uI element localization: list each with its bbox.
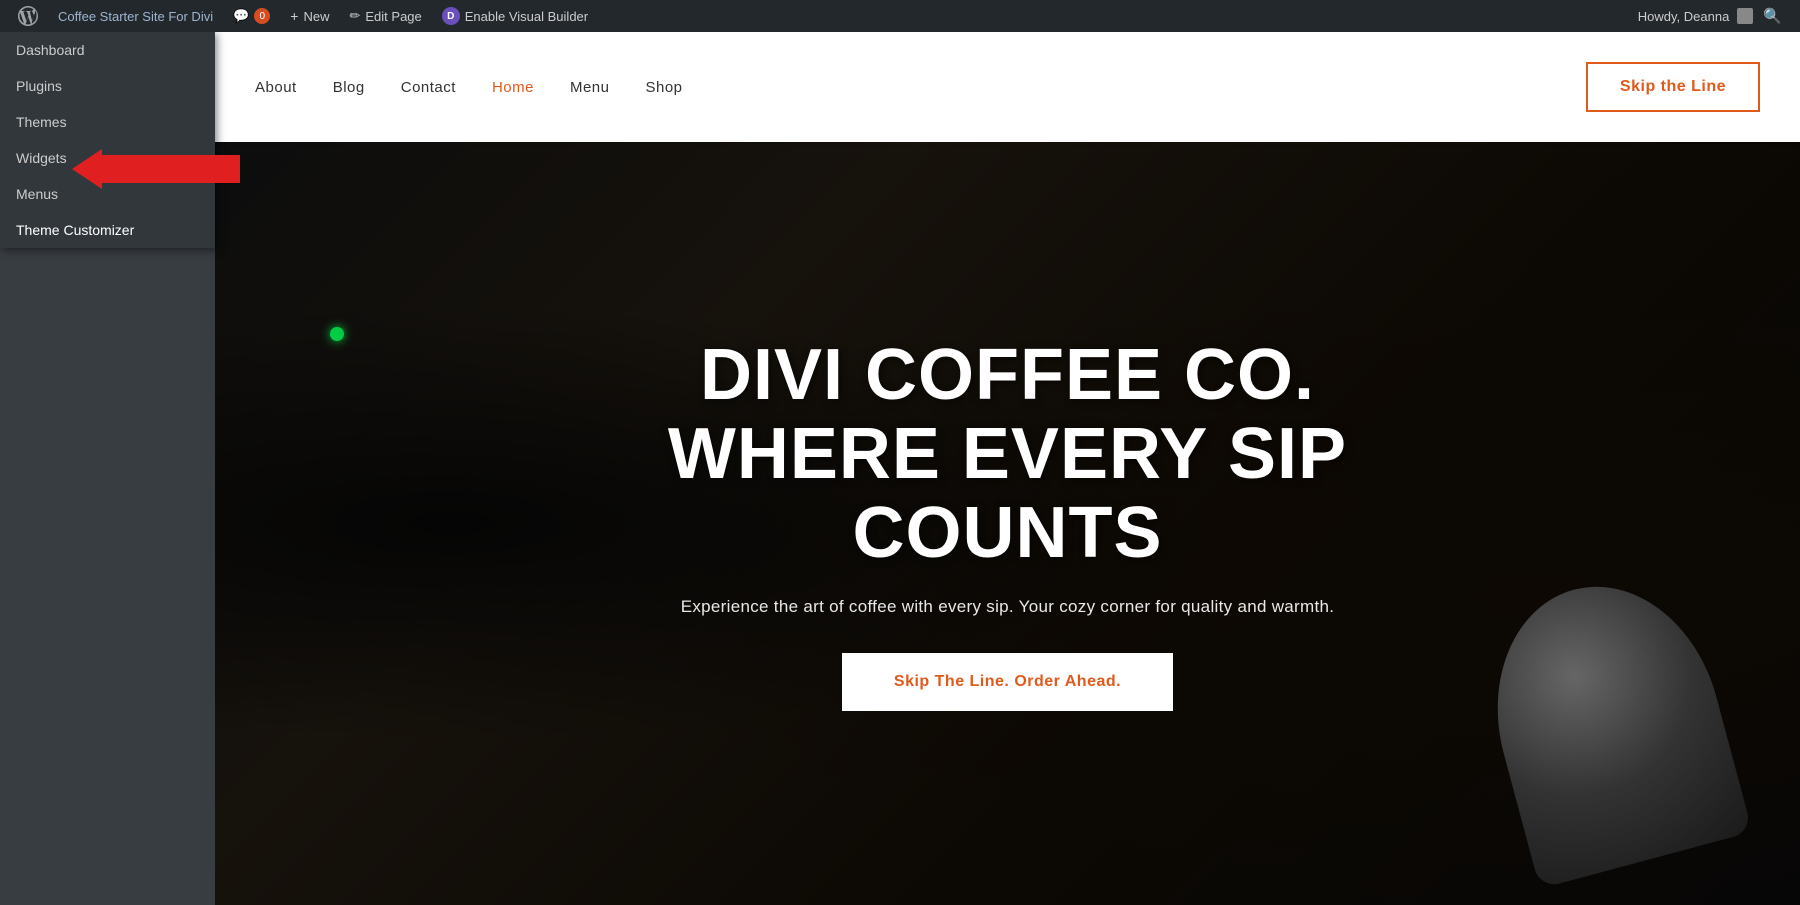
nav-about[interactable]: About [255, 79, 297, 96]
wp-logo-item[interactable] [8, 0, 48, 32]
site-name-item[interactable]: Coffee Starter Site For Divi [48, 0, 223, 32]
pencil-icon: ✏ [349, 8, 360, 24]
dropdown-menu: Dashboard Plugins Themes Widgets Menus T… [0, 32, 215, 248]
arrow-body [100, 155, 240, 183]
sidebar-item-plugins[interactable]: Plugins [0, 68, 215, 104]
new-item[interactable]: + New [280, 0, 339, 32]
red-arrow-annotation [100, 155, 240, 183]
admin-bar: Coffee Starter Site For Divi 💬 0 + New ✏… [0, 0, 1800, 32]
hero-section: DIVI COFFEE CO. WHERE EVERY SIP COUNTS E… [215, 142, 1800, 905]
edit-page-item[interactable]: ✏ Edit Page [339, 0, 431, 32]
comments-count: 0 [254, 8, 270, 24]
howdy-text: Howdy, Deanna [1630, 9, 1738, 24]
sidebar-item-theme-customizer[interactable]: Theme Customizer [0, 212, 215, 248]
nav-shop[interactable]: Shop [645, 79, 682, 96]
edit-page-label: Edit Page [365, 9, 421, 24]
sidebar-item-dashboard[interactable]: Dashboard [0, 32, 215, 68]
nav-menu[interactable]: Menu [570, 79, 610, 96]
divi-icon: D [442, 7, 460, 25]
comments-item[interactable]: 💬 0 [223, 0, 280, 32]
green-light-decoration [330, 327, 344, 341]
arrow-head [72, 149, 102, 189]
site-name-text: Coffee Starter Site For Divi [58, 9, 213, 24]
theme-customizer-label: Theme Customizer [16, 222, 134, 238]
nav-blog[interactable]: Blog [333, 79, 365, 96]
sidebar-item-themes[interactable]: Themes [0, 104, 215, 140]
avatar [1737, 8, 1753, 24]
themes-label: Themes [16, 114, 67, 130]
nav-home[interactable]: Home [492, 79, 534, 96]
nav-contact[interactable]: Contact [401, 79, 456, 96]
wp-logo-icon [18, 6, 38, 26]
dashboard-label: Dashboard [16, 42, 85, 58]
site-nav: About Blog Contact Home Menu Shop [255, 79, 1586, 96]
visual-builder-label: Enable Visual Builder [465, 9, 588, 24]
plugins-label: Plugins [16, 78, 62, 94]
menus-label: Menus [16, 186, 58, 202]
site-header: About Blog Contact Home Menu Shop Skip t… [215, 32, 1800, 142]
skip-the-line-button[interactable]: Skip the Line [1586, 62, 1760, 112]
plus-icon: + [290, 8, 298, 24]
visual-builder-item[interactable]: D Enable Visual Builder [432, 0, 598, 32]
admin-bar-right: Howdy, Deanna 🔍 [1630, 7, 1792, 25]
widgets-label: Widgets [16, 150, 67, 166]
new-label: New [303, 9, 329, 24]
comment-icon: 💬 [233, 8, 249, 24]
hero-title: DIVI COFFEE CO. WHERE EVERY SIP COUNTS [578, 336, 1438, 574]
hero-content: DIVI COFFEE CO. WHERE EVERY SIP COUNTS E… [558, 316, 1458, 732]
hero-subtitle: Experience the art of coffee with every … [578, 597, 1438, 617]
search-icon[interactable]: 🔍 [1753, 7, 1792, 25]
hero-cta-button[interactable]: Skip The Line. Order Ahead. [842, 653, 1173, 711]
